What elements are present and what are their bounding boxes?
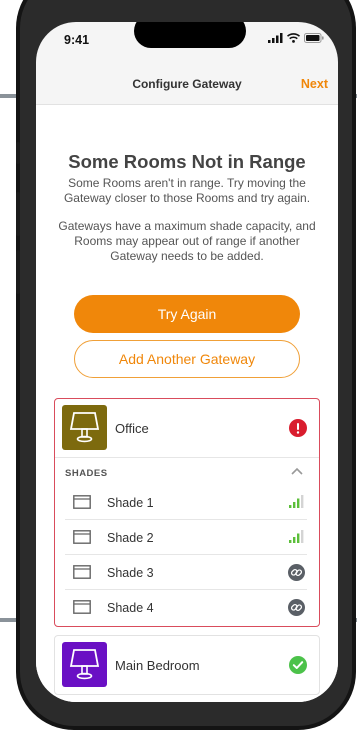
shade-row[interactable]: Shade 1	[65, 485, 307, 520]
room-name: Office	[115, 421, 149, 436]
signal-icon	[268, 33, 283, 43]
page-title: Some Rooms Not in Range	[68, 151, 306, 172]
check-icon	[289, 656, 307, 674]
shade-name: Shade 2	[107, 531, 154, 545]
add-gateway-button[interactable]: Add Another Gateway	[74, 340, 300, 378]
room-name: Main Bedroom	[115, 658, 200, 673]
camera-notch	[134, 22, 246, 48]
room-card-office: Office SHADES Shade 1 Shade 2 Shade 3 Sh…	[54, 398, 320, 627]
content-area: Some Rooms Not in Range Some Rooms aren'…	[36, 105, 338, 702]
shade-row[interactable]: Shade 3	[65, 555, 307, 590]
link-icon	[288, 599, 305, 616]
status-icons	[268, 33, 324, 43]
side-button	[16, 142, 20, 164]
shades-section-header[interactable]: SHADES	[55, 457, 319, 486]
shade-icon	[73, 495, 91, 509]
shade-name: Shade 1	[107, 496, 154, 510]
try-again-button[interactable]: Try Again	[74, 295, 300, 333]
link-icon	[288, 564, 305, 581]
description-text: Some Rooms aren't in range. Try moving t…	[63, 176, 311, 205]
nav-title: Configure Gateway	[132, 77, 242, 91]
shade-row[interactable]: Shade 2	[65, 520, 307, 555]
navigation-bar: Configure Gateway Next	[36, 64, 338, 105]
capacity-note: Gateways have a maximum shade capacity, …	[58, 219, 316, 263]
signal-strength-icon	[289, 530, 304, 543]
battery-icon	[304, 33, 324, 43]
side-button	[16, 192, 20, 236]
lamp-icon	[69, 412, 100, 443]
room-card-main-bedroom[interactable]: Main Bedroom	[54, 635, 320, 695]
shade-icon	[73, 530, 91, 544]
room-icon	[62, 642, 107, 687]
shade-icon	[73, 565, 91, 579]
shade-icon	[73, 600, 91, 614]
shade-row[interactable]: Shade 4	[65, 590, 307, 624]
shades-label: SHADES	[65, 468, 108, 479]
signal-strength-icon	[289, 495, 304, 508]
next-button[interactable]: Next	[301, 77, 328, 91]
room-header[interactable]: Office	[55, 399, 319, 457]
app-screen: 9:41 Configure Gateway Next Some Rooms N…	[36, 22, 338, 702]
shade-name: Shade 4	[107, 601, 154, 615]
wifi-icon	[287, 33, 300, 43]
error-status	[289, 419, 307, 442]
lamp-icon	[69, 649, 100, 680]
ok-status	[289, 656, 307, 679]
side-button	[16, 250, 20, 294]
status-time: 9:41	[64, 33, 90, 47]
error-icon	[289, 419, 307, 437]
chevron-up-icon[interactable]	[291, 467, 303, 475]
shade-name: Shade 3	[107, 566, 154, 580]
room-icon	[62, 405, 107, 450]
